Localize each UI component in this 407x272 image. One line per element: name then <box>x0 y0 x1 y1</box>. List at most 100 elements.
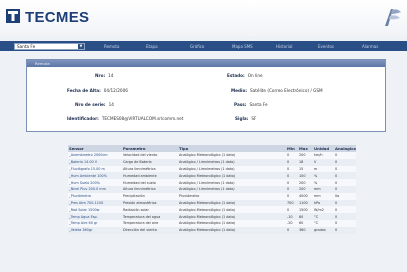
cell-tipo: Pluviómetro <box>178 192 286 200</box>
nav-item-mapa[interactable]: Mapa SMS <box>232 44 253 49</box>
cell-tipo: Analógico Meteorológico (1 dato) <box>178 172 286 180</box>
station-info-panel: Remota Nro: 14 Estado: On line Fecha de Al… <box>26 59 386 132</box>
cell-analogico: 0 <box>334 185 356 193</box>
cell-parametro: Humedad del suelo <box>122 179 178 186</box>
station-select[interactable]: Santa Fe ▼ <box>14 42 85 50</box>
table-row[interactable]: _Pluviómetro Precipitación Pluviómetro 0 400… <box>68 192 356 200</box>
cell-parametro: Temperatura del aire <box>122 219 178 227</box>
cell-max: 1100 <box>298 199 313 207</box>
table-row[interactable]: _Veleta 360gr Dirección del viento Analógi… <box>68 226 356 234</box>
cell-max: 60 <box>298 213 313 220</box>
field-value: 04/12/2006 <box>103 88 128 93</box>
cell-analogico: 0 <box>334 219 356 227</box>
cell-tipo: Analógico Meteorológico (1 dato) <box>178 152 286 159</box>
table-row[interactable]: _Nivel Pluv 200.0 mm Altura limnimétrica A… <box>68 185 356 193</box>
cell-sensor[interactable]: _Veleta 360gr <box>68 226 122 234</box>
field-pass: Pass: Santa Fe <box>234 102 268 107</box>
cell-sensor[interactable]: _Pluviómetro <box>68 192 122 200</box>
cell-parametro: Precipitación <box>122 192 178 200</box>
cell-min: 0 <box>286 192 298 200</box>
cell-max: 200 <box>298 152 313 159</box>
cell-unidad: % <box>313 179 334 186</box>
field-nro-serie: Nro de serie: 14 <box>75 102 114 107</box>
cell-unidad: grados <box>313 226 334 234</box>
cell-min: 0 <box>286 172 298 180</box>
cell-parametro: Dirección del viento <box>122 226 178 234</box>
cell-min: 0 <box>286 165 298 173</box>
field-value: Santa Fe <box>249 102 268 107</box>
field-nro: Nro: 14 <box>95 73 113 78</box>
cell-sensor[interactable]: _Nivel Pluv 200.0 mm <box>68 185 122 193</box>
cell-unidad: hPa <box>313 199 334 207</box>
cell-sensor[interactable]: _Pres Atm 700-1100 <box>68 199 122 207</box>
cell-tipo: Analógico / Limnímetros (1 dato) <box>178 158 286 166</box>
table-row[interactable]: _Pres Atm 700-1100 Presión atmosférica Ana… <box>68 199 356 207</box>
field-value: 14 <box>108 73 114 78</box>
field-identificador: Identificador: TECMES08@VIRTUALCOM.srlcom… <box>67 116 183 121</box>
table-row[interactable]: _Rad Solar 1500w Radiación solar Analógico… <box>68 206 356 214</box>
cell-min: 0 <box>286 226 298 234</box>
field-label: Medio: <box>231 88 247 93</box>
cell-unidad: m <box>313 165 334 173</box>
column-header[interactable]: Parametro <box>122 145 178 152</box>
cell-max: 4000 <box>298 192 313 200</box>
cell-sensor[interactable]: _Batería 14.00 V <box>68 158 122 166</box>
cell-max: 200 <box>298 185 313 193</box>
cell-unidad: V <box>313 158 334 166</box>
table-row[interactable]: _Hum Ambiente 100% Humedad ambiente Analóg… <box>68 172 356 180</box>
cell-unidad: mm <box>313 192 334 200</box>
field-label: Nro de serie: <box>75 102 106 107</box>
cell-sensor[interactable]: _Fluviógrafo 15.00 m <box>68 165 122 173</box>
table-row[interactable]: _Temp Agua Esp. Temperatura del agua Analó… <box>68 213 356 220</box>
tecmes-logo-icon <box>6 9 20 23</box>
cell-min: 700 <box>286 199 298 207</box>
cell-sensor[interactable]: _Hum Suelo 200% <box>68 179 122 186</box>
field-label: Pass: <box>234 102 247 107</box>
column-header[interactable]: Analogico <box>334 145 356 152</box>
cell-max: 18 <box>298 158 313 166</box>
nav-item-historial[interactable]: Historial <box>276 44 293 49</box>
cell-sensor[interactable]: _Temp Aire 60 gr <box>68 219 122 227</box>
cell-parametro: Temperatura del agua <box>122 213 178 220</box>
field-value: 14 <box>108 102 114 107</box>
cell-unidad: °C <box>313 213 334 220</box>
cell-sensor[interactable]: _Temp Agua Esp. <box>68 213 122 220</box>
cell-tipo: Analógico Meteorológico (1 dato) <box>178 226 286 234</box>
column-header[interactable]: Sensor <box>68 145 122 152</box>
cell-sensor[interactable]: _Hum Ambiente 100% <box>68 172 122 180</box>
table-row[interactable]: _Temp Aire 60 gr Temperatura del aire Anal… <box>68 219 356 227</box>
cell-parametro: Altura limnimétrica <box>122 185 178 193</box>
field-label: Estado: <box>227 73 245 78</box>
table-row[interactable]: _Hum Suelo 200% Humedad del suelo Analógic… <box>68 179 356 186</box>
table-row[interactable]: _Fluviógrafo 15.00 m Altura limnimétrica A… <box>68 165 356 173</box>
column-header[interactable]: Max <box>298 145 313 152</box>
table-row[interactable]: _Anemómetro 2000cm Velocidad del viento An… <box>68 152 356 159</box>
field-estado: Estado: On line <box>227 73 263 78</box>
sensors-table: Sensor Parametro Tipo Min Max Unidad Ana… <box>68 145 356 234</box>
cell-tipo: Analógico Meteorológico (1 dato) <box>178 213 286 220</box>
cell-parametro: Carga de Batería <box>122 158 178 166</box>
nav-item-etapa[interactable]: Etapa <box>146 44 158 49</box>
column-header[interactable]: Tipo <box>178 145 286 152</box>
cell-parametro: Humedad ambiente <box>122 172 178 180</box>
field-medio: Medio: Satélite (Correo Electrónico) / GS… <box>231 88 323 93</box>
nav-item-alarmas[interactable]: Alarmas <box>362 44 378 49</box>
sensors-table-container: Sensor Parametro Tipo Min Max Unidad Ana… <box>68 145 356 234</box>
field-label: Sigla: <box>235 116 249 121</box>
cell-sensor[interactable]: _Anemómetro 2000cm <box>68 152 122 159</box>
table-row[interactable]: _Batería 14.00 V Carga de Batería Analógic… <box>68 158 356 166</box>
nav-item-eventos[interactable]: Eventos <box>318 44 334 49</box>
nav-item-remota[interactable]: Remota <box>104 44 119 49</box>
nav-item-grafico[interactable]: Gráfico <box>190 44 204 49</box>
field-label: Nro: <box>95 73 106 78</box>
cell-unidad: mm <box>313 185 334 193</box>
column-header[interactable]: Min <box>286 145 298 152</box>
panel-title: Remota <box>27 60 385 67</box>
chevron-down-icon[interactable]: ▼ <box>78 43 84 49</box>
cell-analogico: 0 <box>334 152 356 159</box>
cell-parametro: Radiación solar <box>122 206 178 214</box>
field-label: Fecha de Alta: <box>67 88 101 93</box>
cell-max: 1500 <box>298 206 313 214</box>
column-header[interactable]: Unidad <box>313 145 334 152</box>
cell-sensor[interactable]: _Rad Solar 1500w <box>68 206 122 214</box>
